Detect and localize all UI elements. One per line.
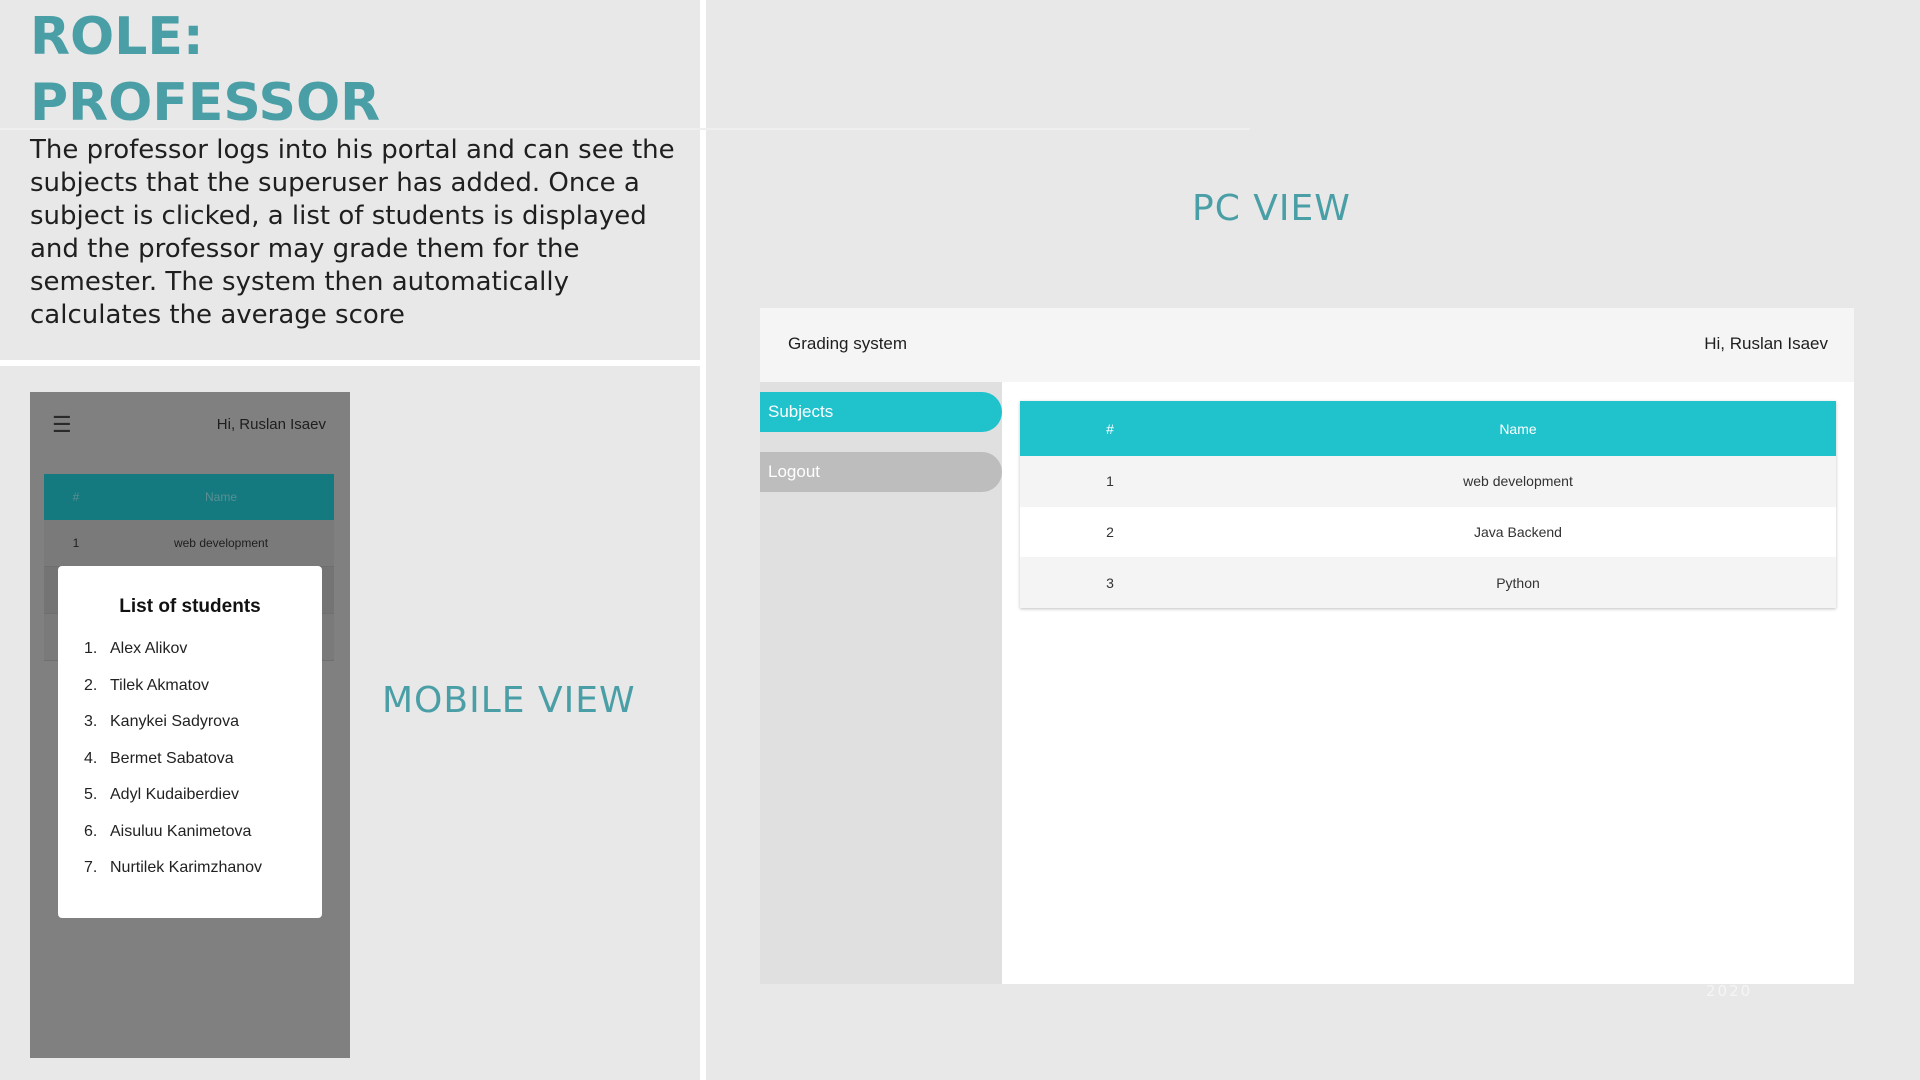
sidebar-item-subjects[interactable]: Subjects <box>760 392 1002 432</box>
students-modal: List of students 1. Alex Alikov 2. Tilek A… <box>58 566 322 918</box>
table-row[interactable]: 1 web development <box>44 520 334 567</box>
list-item[interactable]: 6. Aisuluu Kanimetova <box>84 823 262 860</box>
student-number: 1. <box>84 640 98 657</box>
horizontal-divider <box>0 360 700 366</box>
header-name: Name <box>204 490 237 504</box>
slide-title-line1: ROLE: <box>30 7 204 67</box>
student-number: 6. <box>84 822 98 840</box>
table-row[interactable]: 1 web development <box>1020 456 1836 507</box>
student-name: Adyl Kudaiberdiev <box>110 786 239 803</box>
student-name: Kanykei Sadyrova <box>110 713 239 730</box>
row-number: 3 <box>1106 574 1114 591</box>
list-item[interactable]: 1. Alex Alikov <box>84 640 262 677</box>
header-number: # <box>72 490 80 504</box>
sidebar: Subjects Logout <box>760 382 1002 984</box>
student-name: Alex Alikov <box>110 640 188 657</box>
table-header: # Name <box>1020 401 1836 456</box>
student-name: Aisuluu Kanimetova <box>110 822 252 840</box>
header-name: Name <box>1499 420 1537 437</box>
year-label: 2020 <box>1706 982 1753 1000</box>
student-number: 3. <box>84 713 98 730</box>
row-name: Python <box>1496 574 1540 591</box>
mobile-view-label: MOBILE VIEW <box>382 680 636 721</box>
hamburger-menu-icon[interactable]: ☰ <box>52 412 72 438</box>
subjects-table: # Name 1 web development 2 Java Backend … <box>1020 401 1836 609</box>
list-item[interactable]: 4. Bermet Sabatova <box>84 750 262 787</box>
header-number: # <box>1106 420 1114 437</box>
app-title: Grading system <box>788 334 908 353</box>
row-number: 1 <box>1106 473 1114 490</box>
slide-title-line2: PROFESSOR <box>30 73 381 133</box>
row-name: web development <box>173 536 269 550</box>
student-number: 2. <box>84 676 98 694</box>
table-row[interactable]: 2 Java Backend <box>1020 506 1836 558</box>
slide-description: The professor logs into his portal and c… <box>30 135 675 330</box>
list-item[interactable]: 7. Nurtilek Karimzhanov <box>84 859 262 896</box>
student-number: 7. <box>84 859 98 876</box>
slide-title: ROLE: PROFESSOR <box>30 4 380 136</box>
list-item[interactable]: 3. Kanykei Sadyrova <box>84 713 262 750</box>
row-name: web development <box>1463 473 1573 490</box>
pc-mockup: Grading system Hi, Ruslan Isaev Subjects… <box>760 308 1854 984</box>
student-name: Tilek Akmatov <box>110 676 209 694</box>
row-number: 2 <box>1106 524 1114 541</box>
student-name: Nurtilek Karimzhanov <box>110 859 263 876</box>
user-greeting: Hi, Ruslan Isaev <box>1704 334 1828 353</box>
student-list: 1. Alex Alikov 2. Tilek Akmatov 3. Kanykei … <box>84 640 262 896</box>
table-header: # Name <box>44 474 334 520</box>
list-item[interactable]: 5. Adyl Kudaiberdiev <box>84 786 262 823</box>
row-number: 1 <box>72 536 80 550</box>
pc-view-label: PC VIEW <box>1192 188 1351 229</box>
student-name: Bermet Sabatova <box>110 749 234 767</box>
table-row[interactable]: 3 Python <box>1020 557 1836 609</box>
logout-button[interactable]: Logout <box>760 452 1002 492</box>
student-number: 5. <box>84 786 98 803</box>
row-name: Java Backend <box>1474 524 1562 541</box>
user-greeting: Hi, Ruslan Isaev <box>216 416 326 433</box>
vertical-divider <box>700 0 706 1080</box>
modal-title: List of students <box>119 596 261 617</box>
list-item[interactable]: 2. Tilek Akmatov <box>84 677 262 714</box>
mobile-mockup: ☰ Hi, Ruslan Isaev # Name 1 web developm… <box>30 392 350 1058</box>
student-number: 4. <box>84 749 98 767</box>
app-header: Grading system Hi, Ruslan Isaev <box>760 308 1854 382</box>
